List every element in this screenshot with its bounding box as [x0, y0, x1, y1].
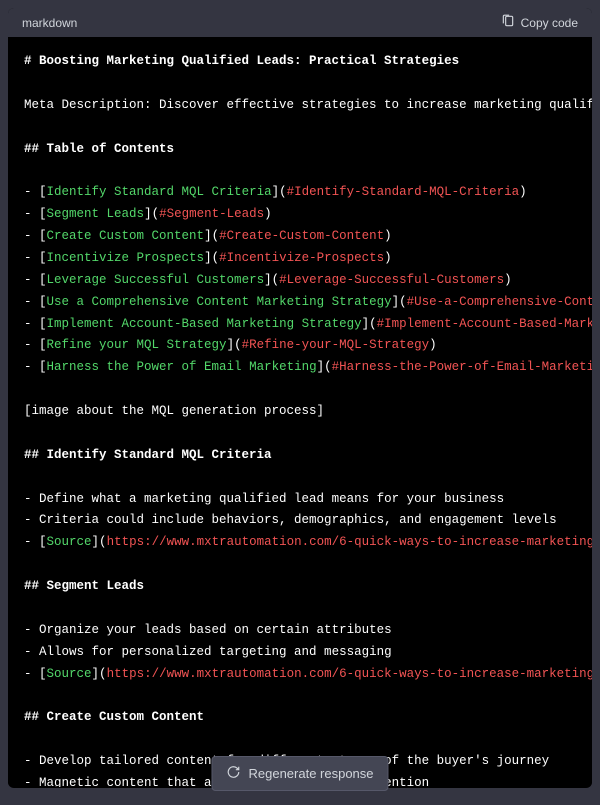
code-content: # Boosting Marketing Qualified Leads: Pr… — [8, 37, 592, 787]
copy-code-button[interactable]: Copy code — [501, 14, 578, 31]
language-label: markdown — [22, 16, 77, 30]
regenerate-button[interactable]: Regenerate response — [211, 756, 388, 791]
copy-label: Copy code — [521, 16, 578, 30]
refresh-icon — [226, 765, 240, 782]
clipboard-icon — [501, 14, 515, 31]
regenerate-label: Regenerate response — [248, 766, 373, 781]
code-block: markdown Copy code # Boosting Marketing … — [8, 8, 592, 788]
code-header: markdown Copy code — [8, 8, 592, 37]
